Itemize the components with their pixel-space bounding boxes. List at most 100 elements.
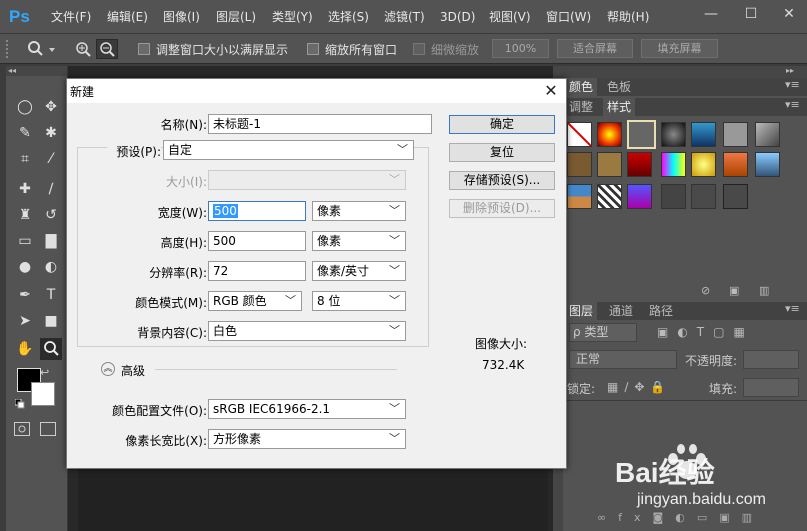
- path-selection-tool-icon[interactable]: ➤: [14, 310, 36, 332]
- menu-window[interactable]: 窗口(W): [546, 0, 591, 34]
- blend-mode-select[interactable]: 正常: [569, 350, 677, 369]
- swap-colors-icon[interactable]: ↩: [40, 366, 49, 379]
- size-select[interactable]: ﹀: [208, 170, 406, 190]
- ok-button[interactable]: 确定: [449, 115, 555, 134]
- reset-button[interactable]: 复位: [449, 143, 555, 162]
- width-unit-select[interactable]: 像素 ﹀: [312, 201, 406, 221]
- delete-style-icon[interactable]: ▥: [759, 284, 769, 297]
- scrubby-checkbox[interactable]: [413, 43, 425, 55]
- resolution-input[interactable]: 72: [208, 261, 306, 281]
- style-thumbnail[interactable]: [691, 152, 716, 177]
- dodge-tool-icon[interactable]: ◐: [40, 256, 62, 278]
- tab-color[interactable]: 颜色: [565, 78, 598, 96]
- style-thumbnail-selected[interactable]: [627, 120, 656, 149]
- tab-adjustments[interactable]: 调整: [565, 98, 597, 116]
- resolution-unit-select[interactable]: 像素/英寸 ﹀: [312, 261, 406, 281]
- hand-tool-icon[interactable]: ✋: [14, 338, 36, 360]
- menu-file[interactable]: 文件(F): [51, 0, 91, 34]
- fit-screen-button[interactable]: 适合屏幕: [557, 39, 633, 58]
- dialog-close-icon[interactable]: ✕: [541, 81, 561, 101]
- lasso-tool-icon[interactable]: ✎: [14, 122, 36, 144]
- pixel-aspect-select[interactable]: 方形像素 ﹀: [208, 429, 406, 449]
- menu-edit[interactable]: 编辑(E): [107, 0, 148, 34]
- menu-image[interactable]: 图像(I): [163, 0, 200, 34]
- style-thumbnail[interactable]: [661, 122, 686, 147]
- tab-paths[interactable]: 路径: [645, 302, 677, 320]
- tab-channels[interactable]: 通道: [605, 302, 637, 320]
- menu-type[interactable]: 类型(Y): [272, 0, 313, 34]
- clone-stamp-tool-icon[interactable]: ♜: [14, 204, 36, 226]
- advanced-label[interactable]: 高级: [121, 362, 145, 379]
- style-thumbnail[interactable]: [597, 122, 622, 147]
- height-unit-select[interactable]: 像素 ﹀: [312, 231, 406, 251]
- style-thumbnail[interactable]: [755, 152, 780, 177]
- tab-swatches[interactable]: 色板: [603, 78, 635, 96]
- bit-depth-select[interactable]: 8 位 ﹀: [312, 291, 406, 311]
- color-mode-select[interactable]: RGB 颜色 ﹀: [208, 291, 302, 311]
- default-colors-icon[interactable]: [14, 398, 25, 409]
- layer-kind-filter[interactable]: ρ 类型: [569, 323, 637, 342]
- fill-screen-button[interactable]: 填充屏幕: [641, 39, 718, 58]
- style-thumbnail[interactable]: [627, 152, 652, 177]
- lock-icons[interactable]: ▦∕✥🔒: [607, 380, 671, 394]
- style-thumbnail[interactable]: [691, 122, 716, 147]
- move-tool-icon[interactable]: ✥: [40, 96, 62, 118]
- style-thumbnail[interactable]: [661, 184, 686, 209]
- brush-tool-icon[interactable]: ∕: [40, 178, 62, 200]
- background-color-swatch[interactable]: [31, 382, 55, 406]
- layer-filter-icons[interactable]: ▣◐T▢▦: [657, 325, 754, 339]
- quick-mask-icon[interactable]: [14, 422, 30, 436]
- shape-tool-icon[interactable]: ■: [40, 310, 62, 332]
- style-thumbnail[interactable]: [597, 152, 622, 177]
- menu-help[interactable]: 帮助(H): [607, 0, 649, 34]
- panel-menu-icon[interactable]: ▾≡: [785, 78, 800, 91]
- fill-field[interactable]: [743, 378, 799, 397]
- crop-tool-icon[interactable]: ⌗: [14, 148, 36, 170]
- style-thumbnail[interactable]: [597, 184, 622, 209]
- maximize-button[interactable]: ☐: [736, 0, 766, 30]
- screen-mode-icon[interactable]: [40, 422, 56, 436]
- style-thumbnail[interactable]: [723, 122, 748, 147]
- grip-handle[interactable]: [6, 40, 10, 58]
- delete-preset-button[interactable]: 删除预设(D)...: [449, 199, 555, 218]
- type-tool-icon[interactable]: T: [40, 284, 62, 306]
- style-thumbnail[interactable]: [627, 184, 652, 209]
- menu-filter[interactable]: 滤镜(T): [384, 0, 425, 34]
- style-thumbnail[interactable]: [567, 152, 592, 177]
- zoom-tool-icon[interactable]: [40, 338, 62, 360]
- height-input[interactable]: 500: [208, 231, 306, 251]
- collapse-arrows-icon[interactable]: ◂◂: [6, 66, 67, 76]
- collapse-panels-icon[interactable]: ▸▸: [786, 66, 794, 75]
- background-select[interactable]: 白色 ﹀: [208, 321, 406, 341]
- zoom-100-button[interactable]: 100%: [492, 39, 549, 58]
- zoom-out-icon[interactable]: [96, 39, 118, 59]
- preset-select[interactable]: 自定 ﹀: [163, 140, 414, 160]
- resize-windows-checkbox[interactable]: [138, 43, 150, 55]
- zoom-in-icon[interactable]: [74, 40, 94, 58]
- style-thumbnail[interactable]: [723, 184, 748, 209]
- menu-3d[interactable]: 3D(D): [440, 0, 475, 34]
- panel-menu-icon[interactable]: ▾≡: [785, 302, 800, 315]
- color-profile-select[interactable]: sRGB IEC61966-2.1 ﹀: [208, 399, 406, 419]
- zoom-all-checkbox[interactable]: [307, 43, 319, 55]
- name-input[interactable]: 未标题-1: [208, 114, 432, 134]
- healing-brush-tool-icon[interactable]: ✚: [14, 178, 36, 200]
- gradient-tool-icon[interactable]: ▇: [40, 230, 62, 252]
- marquee-tool-icon[interactable]: ◯: [14, 96, 36, 118]
- width-input[interactable]: 500: [208, 201, 306, 221]
- panel-menu-icon[interactable]: ▾≡: [785, 98, 800, 111]
- style-thumbnail[interactable]: [661, 152, 686, 177]
- advanced-toggle-icon[interactable]: ︽: [101, 362, 115, 376]
- zoom-tool-preset-icon[interactable]: [25, 39, 57, 59]
- pen-tool-icon[interactable]: ✒: [14, 284, 36, 306]
- eraser-tool-icon[interactable]: ▭: [14, 230, 36, 252]
- menu-layer[interactable]: 图层(L): [216, 0, 256, 34]
- save-preset-button[interactable]: 存储预设(S)...: [449, 171, 555, 190]
- style-none[interactable]: [567, 122, 592, 147]
- style-thumbnail[interactable]: [723, 152, 748, 177]
- blur-tool-icon[interactable]: ●: [14, 256, 36, 278]
- menu-view[interactable]: 视图(V): [489, 0, 531, 34]
- style-thumbnail[interactable]: [691, 184, 716, 209]
- history-brush-tool-icon[interactable]: ↺: [40, 204, 62, 226]
- style-thumbnail[interactable]: [567, 184, 592, 209]
